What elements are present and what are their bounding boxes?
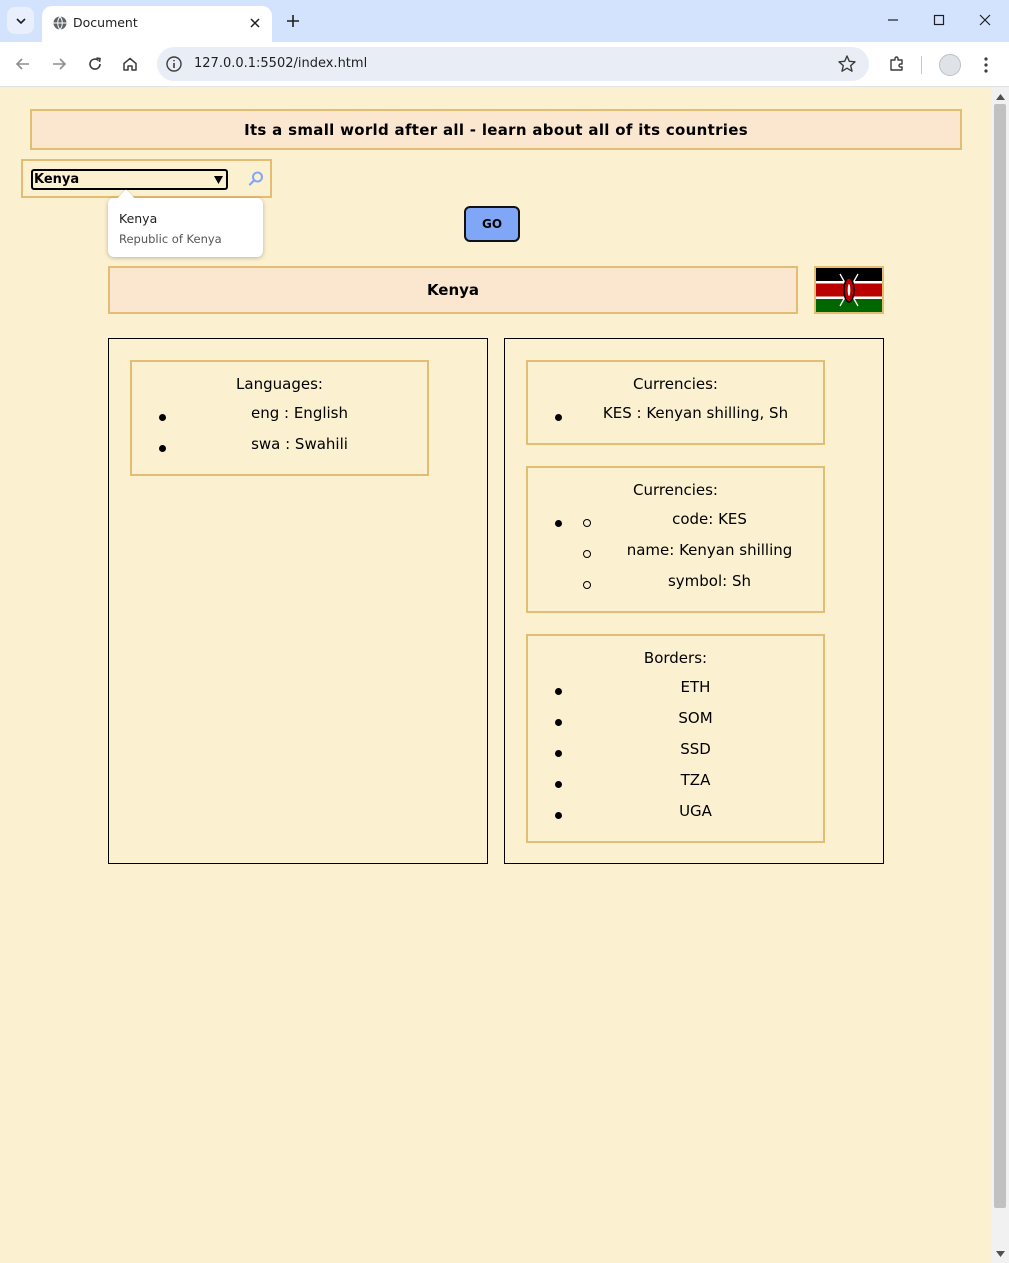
- sub-bullet: [583, 519, 591, 527]
- list-item: UGA: [528, 802, 823, 833]
- list-item: SOM: [528, 709, 823, 740]
- page-viewport: Its a small world after all - learn abou…: [0, 88, 992, 1263]
- flag-graphic: [816, 268, 882, 312]
- home-button[interactable]: [116, 50, 144, 78]
- close-icon: [250, 18, 260, 28]
- go-button[interactable]: GO: [464, 206, 520, 242]
- bullet: [555, 520, 562, 527]
- left-info-panel: Languages: eng : English swa : Swahili: [108, 338, 488, 864]
- country-search: Kenya: [21, 159, 272, 198]
- list-item: TZA: [528, 771, 823, 802]
- new-tab-button[interactable]: [281, 9, 305, 33]
- scroll-down-arrow-icon[interactable]: [996, 1250, 1005, 1258]
- border-code: SOM: [678, 709, 713, 727]
- currencies-title: Currencies:: [633, 375, 718, 393]
- star-icon[interactable]: [837, 54, 857, 74]
- country-name-heading: Kenya: [108, 266, 798, 314]
- extensions-icon: [890, 56, 903, 71]
- browser-toolbar: 127.0.0.1:5502/index.html: [0, 42, 1009, 87]
- list-item: code: KES: [528, 510, 823, 541]
- site-info-icon[interactable]: [165, 55, 183, 73]
- scroll-up-arrow-icon[interactable]: [996, 93, 1005, 101]
- profile-avatar[interactable]: [939, 54, 961, 76]
- languages-card: Languages: eng : English swa : Swahili: [130, 360, 429, 476]
- bullet: [555, 414, 562, 421]
- minimize-button[interactable]: [878, 6, 908, 34]
- list-item: ETH: [528, 678, 823, 709]
- list-item: symbol: Sh: [528, 572, 823, 603]
- sub-bullet: [583, 581, 591, 589]
- country-select-value: Kenya: [34, 172, 80, 187]
- language-entry: swa : Swahili: [251, 435, 348, 453]
- currencies-detail-title: Currencies:: [633, 481, 718, 499]
- bullet: [159, 445, 166, 452]
- bullet: [555, 750, 562, 757]
- window-close-button[interactable]: [970, 6, 1000, 34]
- kenya-flag-image: [814, 266, 884, 314]
- list-item: eng : English: [132, 404, 427, 435]
- border-code: ETH: [680, 678, 711, 696]
- maximize-button[interactable]: [924, 6, 954, 34]
- address-bar[interactable]: 127.0.0.1:5502/index.html: [157, 47, 869, 81]
- list-item: SSD: [528, 740, 823, 771]
- suggestion-official-name: Republic of Kenya: [119, 232, 222, 246]
- scroll-thumb[interactable]: [994, 104, 1006, 1208]
- window-close-icon: [979, 14, 991, 26]
- language-entry: eng : English: [250, 404, 348, 422]
- forward-button[interactable]: [45, 50, 73, 78]
- right-info-panel: Currencies: KES : Kenyan shilling, Sh Cu…: [504, 338, 884, 864]
- list-item: name: Kenyan shilling: [528, 541, 823, 572]
- toolbar-separator: [921, 56, 922, 74]
- borders-title: Borders:: [643, 649, 708, 667]
- tab-close-button[interactable]: [246, 14, 264, 32]
- bullet: [555, 781, 562, 788]
- minimize-icon: [888, 19, 898, 21]
- currency-name: name: Kenyan shilling: [626, 541, 793, 559]
- forward-icon: [53, 58, 67, 70]
- bullet: [555, 688, 562, 695]
- dropdown-arrow-icon: [214, 176, 223, 184]
- currencies-detail-card: Currencies: code: KES name: Kenyan shill…: [526, 466, 825, 613]
- bullet: [159, 414, 166, 421]
- autocomplete-suggestion[interactable]: Kenya Republic of Kenya: [108, 189, 263, 257]
- vertical-scrollbar[interactable]: [992, 88, 1009, 1263]
- currency-code: code: KES: [672, 510, 747, 528]
- globe-icon: [53, 16, 67, 30]
- url-text[interactable]: 127.0.0.1:5502/index.html: [194, 56, 367, 71]
- languages-title: Languages:: [236, 375, 323, 393]
- chevron-down-icon: [15, 17, 26, 24]
- suggestion-country-name: Kenya: [119, 211, 158, 226]
- home-icon: [123, 57, 137, 71]
- bullet: [555, 719, 562, 726]
- list-item: swa : Swahili: [132, 435, 427, 466]
- page-banner: Its a small world after all - learn abou…: [30, 109, 962, 150]
- back-icon: [15, 58, 29, 70]
- plus-icon: [287, 15, 299, 27]
- currency-symbol: symbol: Sh: [667, 572, 752, 590]
- extensions-button[interactable]: [884, 51, 910, 77]
- active-tab[interactable]: Document: [42, 6, 272, 42]
- borders-card: Borders: ETH SOM SSD TZA UGA: [526, 634, 825, 843]
- reload-button[interactable]: [81, 50, 109, 78]
- border-code: SSD: [680, 740, 711, 758]
- maximize-icon: [933, 14, 945, 26]
- tab-title: Document: [73, 15, 138, 30]
- currency-entry: KES : Kenyan shilling, Sh: [602, 404, 789, 422]
- sub-bullet: [583, 550, 591, 558]
- bullet: [555, 812, 562, 819]
- country-select[interactable]: Kenya: [31, 169, 228, 190]
- currencies-summary-card: Currencies: KES : Kenyan shilling, Sh: [526, 360, 825, 445]
- border-code: UGA: [679, 802, 712, 820]
- search-icon[interactable]: [247, 170, 265, 188]
- tab-list-button[interactable]: [7, 7, 34, 34]
- browser-tab-bar: Document: [0, 0, 1009, 42]
- kebab-menu-icon: [984, 57, 988, 73]
- list-item: KES : Kenyan shilling, Sh: [528, 404, 823, 435]
- reload-icon: [89, 57, 101, 70]
- back-button[interactable]: [9, 50, 37, 78]
- border-code: TZA: [680, 771, 711, 789]
- browser-menu-button[interactable]: [975, 52, 997, 78]
